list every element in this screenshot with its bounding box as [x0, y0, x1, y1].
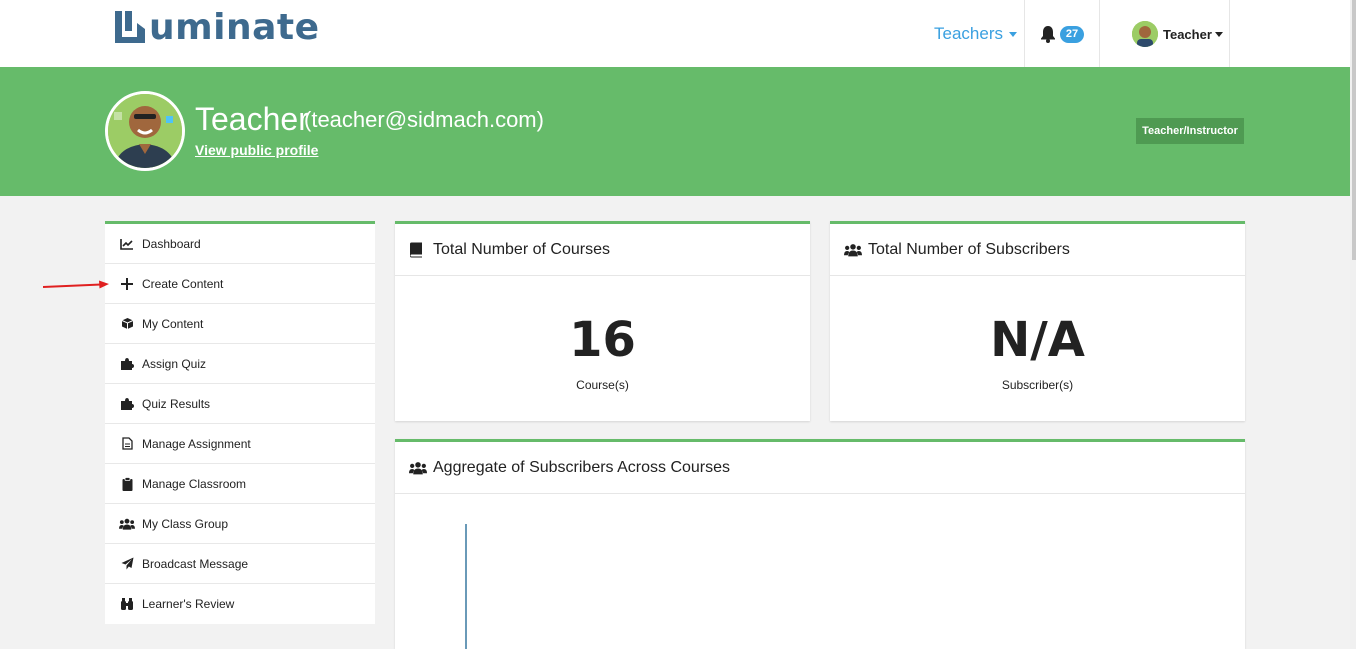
sidebar-item-manage-assignment[interactable]: Manage Assignment — [105, 424, 375, 464]
sidebar-item-label: Create Content — [142, 276, 224, 291]
view-public-profile-link[interactable]: View public profile — [195, 142, 318, 158]
bell-icon[interactable] — [1039, 25, 1057, 43]
nav-divider — [1099, 0, 1100, 67]
page-scrollbar-thumb[interactable] — [1352, 0, 1356, 260]
teachers-dropdown-label: Teachers — [934, 24, 1003, 43]
sidebar-item-label: Assign Quiz — [142, 356, 207, 371]
chart-y-axis — [465, 524, 467, 649]
total-courses-card: Total Number of Courses 16 Course(s) — [395, 221, 810, 421]
sidebar-item-label: My Class Group — [142, 516, 229, 531]
sidebar-item-label: Learner's Review — [142, 597, 235, 611]
courses-count: 16 — [569, 312, 636, 368]
paper-plane-icon — [119, 556, 135, 572]
plus-icon — [119, 276, 135, 292]
sidebar-item-dashboard[interactable]: Dashboard — [105, 224, 375, 264]
sidebar-item-manage-classroom[interactable]: Manage Classroom — [105, 464, 375, 504]
sidebar-item-my-content[interactable]: My Content — [105, 304, 375, 344]
sidebar-item-label: Manage Assignment — [142, 436, 251, 451]
binoculars-icon — [119, 596, 135, 612]
logo-text: uminate — [149, 6, 320, 48]
sidebar-item-label: Dashboard — [142, 236, 201, 251]
role-badge: Teacher/Instructor — [1136, 118, 1244, 144]
card-header: Aggregate of Subscribers Across Courses — [395, 442, 1245, 494]
notification-count-badge[interactable]: 27 — [1060, 26, 1084, 43]
top-navbar: uminate Teachers 27 Teacher — [0, 0, 1350, 67]
profile-avatar — [105, 91, 185, 171]
sidebar-item-label: Broadcast Message — [142, 556, 249, 571]
logo-mark-icon — [115, 11, 145, 43]
user-menu-dropdown[interactable]: Teacher — [1132, 21, 1223, 47]
user-avatar — [1132, 21, 1158, 47]
sidebar-item-learners-review[interactable]: Learner's Review — [105, 584, 375, 624]
book-icon — [409, 242, 427, 258]
courses-unit-label: Course(s) — [576, 378, 629, 392]
users-icon — [844, 242, 862, 258]
card-header: Total Number of Courses — [395, 224, 810, 276]
annotation-arrow-icon — [43, 280, 109, 289]
card-header: Total Number of Subscribers — [830, 224, 1245, 276]
sidebar-menu: Dashboard Create Content My Content Assi… — [105, 221, 375, 624]
cube-icon — [119, 316, 135, 332]
sidebar-item-broadcast-message[interactable]: Broadcast Message — [105, 544, 375, 584]
card-title: Total Number of Subscribers — [868, 240, 1070, 258]
users-icon — [119, 516, 135, 532]
profile-name: Teacher — [195, 101, 309, 137]
subscribers-count: N/A — [990, 312, 1085, 368]
nav-divider — [1024, 0, 1025, 67]
clipboard-icon — [119, 476, 135, 492]
sidebar-item-create-content[interactable]: Create Content — [105, 264, 375, 304]
teachers-dropdown[interactable]: Teachers — [934, 24, 1017, 44]
sidebar-item-label: Quiz Results — [142, 396, 211, 411]
total-subscribers-card: Total Number of Subscribers N/A Subscrib… — [830, 221, 1245, 421]
file-icon — [119, 436, 135, 452]
chevron-down-icon — [1008, 32, 1017, 38]
users-icon — [409, 460, 427, 476]
user-menu-label: Teacher — [1163, 26, 1212, 42]
subscribers-unit-label: Subscriber(s) — [1001, 378, 1074, 392]
card-title: Aggregate of Subscribers Across Courses — [433, 458, 731, 476]
nav-divider — [1229, 0, 1230, 67]
sidebar-item-assign-quiz[interactable]: Assign Quiz — [105, 344, 375, 384]
sidebar-item-my-class-group[interactable]: My Class Group — [105, 504, 375, 544]
luminate-logo[interactable]: uminate — [113, 6, 320, 48]
chart-line-icon — [119, 236, 135, 252]
sidebar-item-label: Manage Classroom — [142, 476, 247, 491]
sidebar-item-label: My Content — [142, 316, 204, 331]
chevron-down-icon — [1214, 31, 1223, 37]
profile-header: Teacher (teacher@sidmach.com) View publi… — [0, 67, 1350, 196]
sidebar-item-quiz-results[interactable]: Quiz Results — [105, 384, 375, 424]
profile-email: (teacher@sidmach.com) — [304, 107, 544, 132]
card-title: Total Number of Courses — [433, 240, 610, 258]
puzzle-icon — [119, 396, 135, 412]
puzzle-icon — [119, 356, 135, 372]
aggregate-subscribers-card: Aggregate of Subscribers Across Courses — [395, 439, 1245, 649]
